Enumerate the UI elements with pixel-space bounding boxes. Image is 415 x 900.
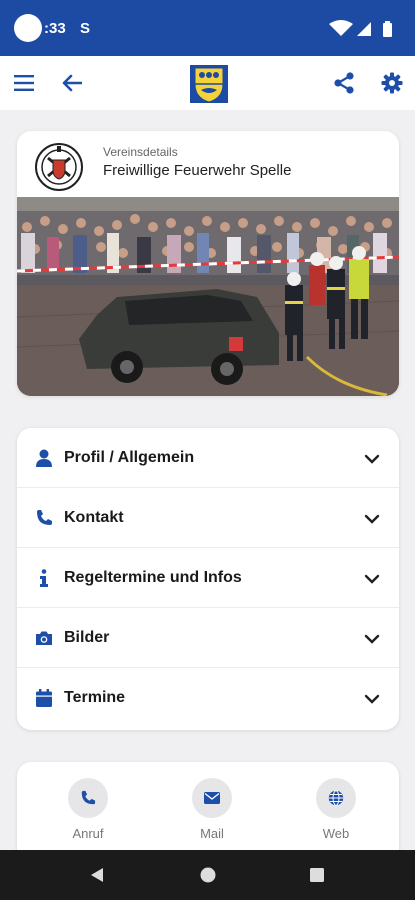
globe-icon bbox=[328, 790, 344, 806]
club-header: Vereinsdetails Freiwillige Feuerwehr Spe… bbox=[17, 131, 399, 198]
club-name: Freiwillige Feuerwehr Spelle bbox=[103, 162, 292, 179]
web-action[interactable]: Web bbox=[296, 778, 376, 858]
menu-label: Bilder bbox=[64, 629, 110, 646]
nav-home-icon[interactable] bbox=[198, 865, 218, 885]
status-time: :33 bbox=[44, 20, 66, 37]
mail-label: Mail bbox=[200, 826, 224, 841]
info-icon bbox=[35, 568, 53, 588]
municipality-logo bbox=[190, 65, 228, 103]
mail-button[interactable] bbox=[192, 778, 232, 818]
menu-button[interactable] bbox=[2, 56, 46, 110]
system-nav-bar bbox=[0, 850, 415, 900]
menu-item-regeltermine[interactable]: Regeltermine und Infos bbox=[17, 548, 399, 608]
nav-back-icon[interactable] bbox=[88, 865, 108, 885]
menu-item-bilder[interactable]: Bilder bbox=[17, 608, 399, 668]
menu-icon bbox=[14, 75, 34, 91]
wifi-icon bbox=[329, 20, 353, 36]
battery-icon bbox=[383, 21, 392, 37]
club-photo bbox=[17, 197, 399, 396]
web-button[interactable] bbox=[316, 778, 356, 818]
gear-icon bbox=[381, 72, 403, 94]
club-subtitle: Vereinsdetails bbox=[103, 145, 178, 159]
details-menu: Profil / Allgemein Kontakt Regeltermine … bbox=[17, 428, 399, 730]
phone-icon bbox=[81, 790, 96, 805]
calendar-icon bbox=[35, 688, 53, 708]
chevron-down-icon bbox=[364, 694, 380, 704]
call-button[interactable] bbox=[68, 778, 108, 818]
chevron-down-icon bbox=[364, 634, 380, 644]
web-label: Web bbox=[322, 826, 350, 841]
signal-icon bbox=[357, 22, 371, 36]
mail-action[interactable]: Mail bbox=[172, 778, 252, 858]
camera-icon bbox=[35, 628, 53, 648]
menu-label: Termine bbox=[64, 689, 126, 706]
menu-label: Regeltermine und Infos bbox=[64, 569, 242, 586]
menu-label: Kontakt bbox=[64, 509, 124, 526]
menu-label: Profil / Allgemein bbox=[64, 449, 195, 466]
status-s-icon: S bbox=[80, 20, 91, 37]
arrow-left-icon bbox=[62, 74, 82, 92]
menu-item-profil[interactable]: Profil / Allgemein bbox=[17, 428, 399, 488]
club-card: Vereinsdetails Freiwillige Feuerwehr Spe… bbox=[17, 131, 399, 396]
share-icon bbox=[334, 72, 354, 94]
phone-icon bbox=[35, 508, 53, 528]
status-bar: :33 S bbox=[0, 0, 415, 56]
nav-recents-icon[interactable] bbox=[307, 865, 327, 885]
settings-button[interactable] bbox=[370, 56, 414, 110]
share-button[interactable] bbox=[322, 56, 366, 110]
chevron-down-icon bbox=[364, 574, 380, 584]
call-label: Anruf bbox=[72, 826, 104, 841]
back-button[interactable] bbox=[50, 56, 94, 110]
menu-item-termine[interactable]: Termine bbox=[17, 668, 399, 728]
contact-actions: Anruf Mail Web bbox=[17, 762, 399, 862]
chevron-down-icon bbox=[364, 454, 380, 464]
mail-icon bbox=[204, 792, 220, 804]
camera-cutout bbox=[14, 14, 42, 42]
call-action[interactable]: Anruf bbox=[48, 778, 128, 858]
chevron-down-icon bbox=[364, 514, 380, 524]
user-icon bbox=[35, 448, 53, 468]
club-emblem-icon bbox=[35, 143, 83, 191]
menu-item-kontakt[interactable]: Kontakt bbox=[17, 488, 399, 548]
status-icons bbox=[329, 20, 392, 37]
